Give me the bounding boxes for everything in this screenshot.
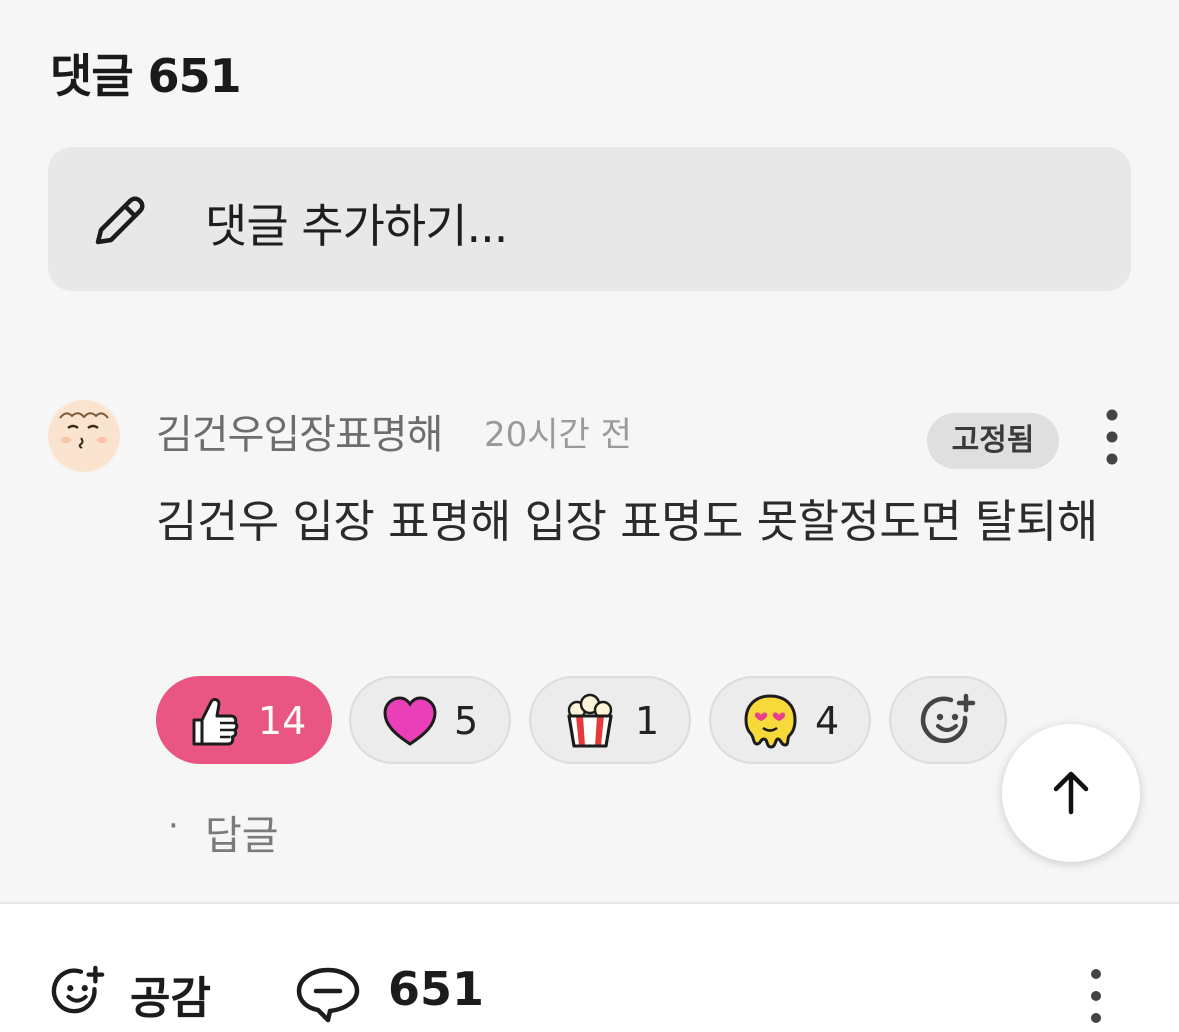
reaction-count: 1 (635, 699, 660, 743)
reaction-melting-heart-eyes[interactable]: 4 (709, 676, 871, 764)
reaction-popcorn[interactable]: 1 (529, 676, 691, 764)
comment-more-icon[interactable] (1090, 405, 1134, 469)
comment-timestamp: 20시간 전 (484, 415, 632, 455)
comment-body: 김건우 입장 표명해 입장 표명도 못할정도면 탈퇴해 (156, 495, 1098, 548)
reaction-count: 4 (815, 699, 840, 743)
comment-author[interactable]: 김건우입장표명해 (156, 402, 443, 460)
add-reaction-icon[interactable] (50, 964, 106, 1020)
more-options-icon[interactable] (1076, 966, 1116, 1026)
melting-heart-eyes-icon (744, 694, 797, 749)
comment-input-placeholder[interactable]: 댓글 추가하기... (205, 190, 508, 256)
thumbs-up-icon (192, 698, 239, 746)
heart-icon (383, 696, 437, 746)
comments-title: 댓글 651 (50, 49, 242, 103)
comment-bubble-icon[interactable] (294, 964, 362, 1024)
avatar-face-icon (59, 412, 109, 449)
scroll-to-top-button[interactable] (1002, 724, 1140, 862)
reaction-count: 14 (258, 699, 307, 743)
reaction-heart[interactable]: 5 (349, 676, 511, 764)
pencil-icon (95, 196, 145, 245)
popcorn-icon (567, 693, 613, 748)
reply-link[interactable]: 답글 (205, 803, 279, 861)
reaction-count: 5 (454, 699, 479, 743)
add-reaction-button[interactable] (889, 676, 1007, 764)
reaction-thumbs-up[interactable]: 14 (156, 676, 332, 764)
comments-section: 댓글 651 댓글 추가하기... 김건우입장표명해 20시간 전 고정됨 김건… (0, 0, 1179, 902)
arrow-up-icon (1053, 771, 1089, 815)
reply-separator: · (168, 806, 179, 846)
comment-count[interactable]: 651 (388, 962, 484, 1016)
add-reaction-icon (920, 693, 976, 744)
like-button-label[interactable]: 공감 (130, 962, 211, 1026)
pinned-badge: 고정됨 (927, 413, 1059, 469)
avatar[interactable] (48, 400, 120, 472)
